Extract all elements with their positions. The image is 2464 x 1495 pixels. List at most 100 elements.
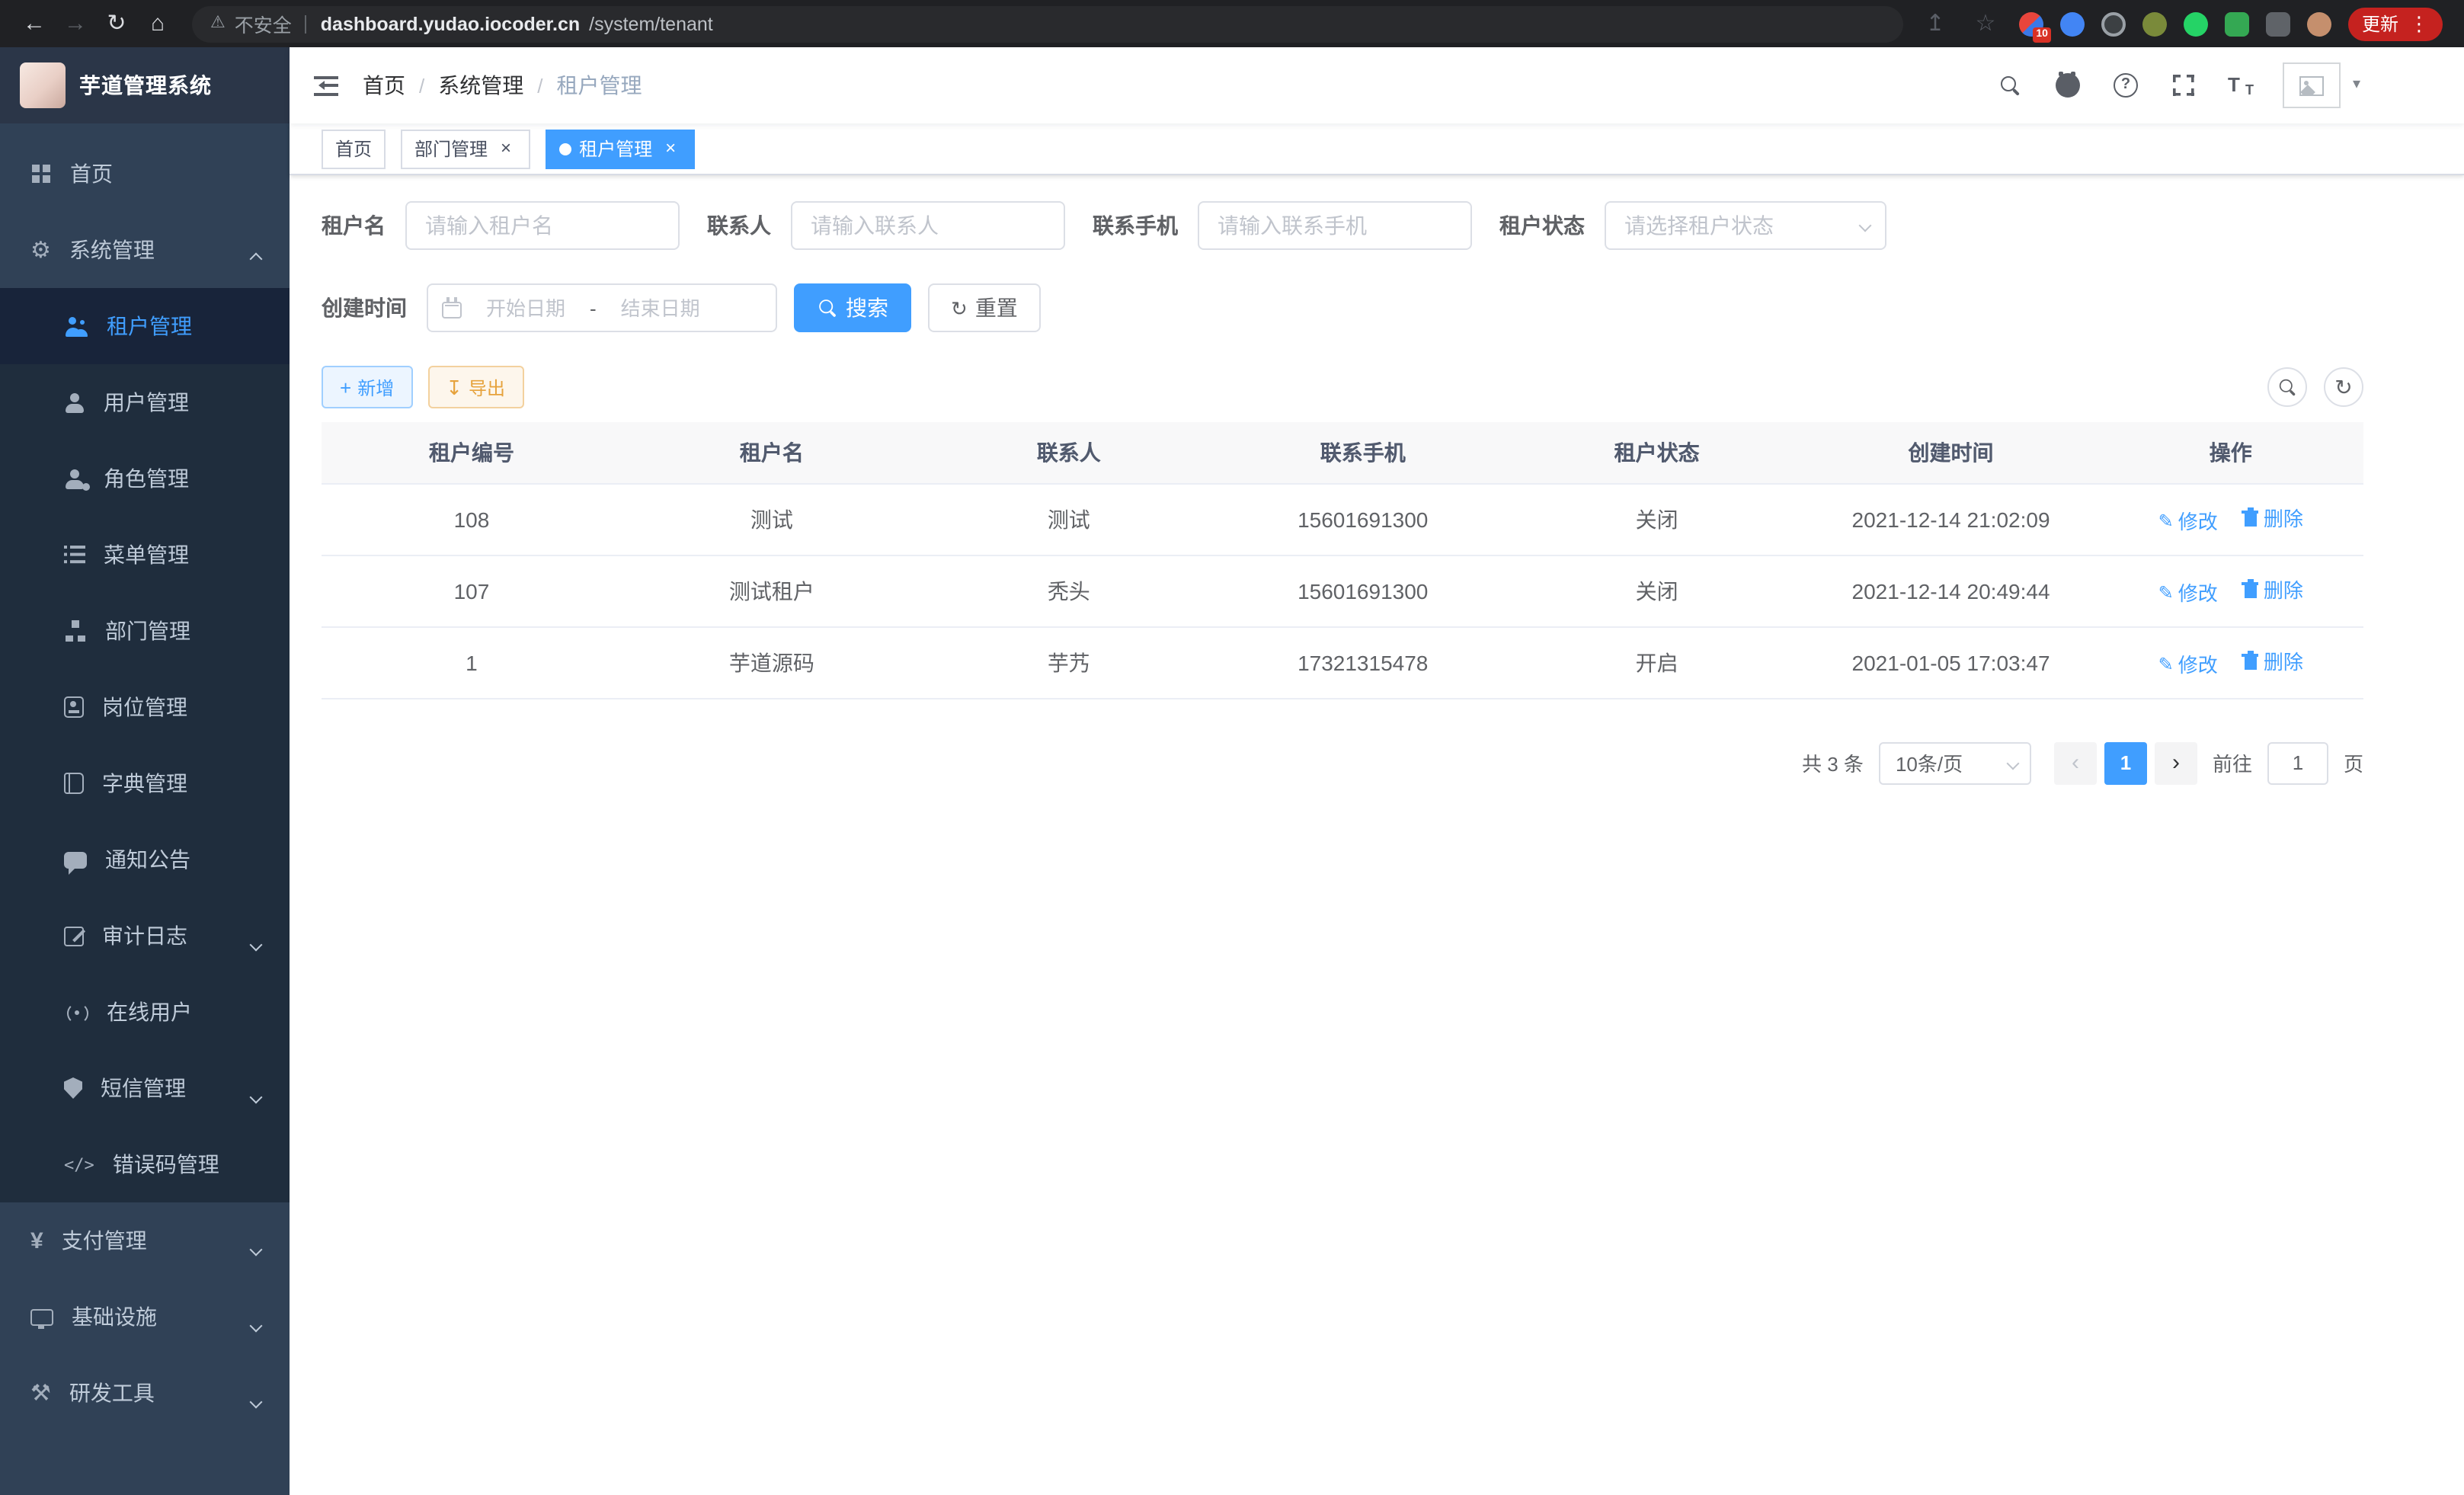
breadcrumb-item-system[interactable]: 系统管理 bbox=[438, 70, 523, 101]
header-search-button[interactable] bbox=[1993, 69, 2027, 102]
cell-actions: ✎修改删除 bbox=[2098, 555, 2364, 626]
cell-created: 2021-12-14 20:49:44 bbox=[1804, 555, 2098, 626]
fullscreen-button[interactable] bbox=[2167, 69, 2200, 102]
cell-phone: 17321315478 bbox=[1216, 626, 1510, 698]
add-button[interactable]: + 新增 bbox=[322, 366, 412, 408]
sidebar-item-notice[interactable]: 通知公告 bbox=[0, 821, 290, 898]
hamburger-icon bbox=[314, 75, 338, 95]
status-select-placeholder: 请选择租户状态 bbox=[1624, 210, 1861, 241]
end-date-input[interactable] bbox=[604, 296, 717, 319]
delete-link[interactable]: 删除 bbox=[2242, 646, 2303, 675]
start-date-input[interactable] bbox=[469, 296, 582, 319]
sidebar-item-dept-management[interactable]: 部门管理 bbox=[0, 593, 290, 669]
sidebar-item-sms-management[interactable]: 短信管理 bbox=[0, 1050, 290, 1126]
toggle-search-button[interactable] bbox=[2267, 367, 2307, 407]
next-page-button[interactable]: › bbox=[2155, 741, 2197, 784]
sidebar-item-infrastructure[interactable]: 基础设施 bbox=[0, 1279, 290, 1355]
reload-icon: ↻ bbox=[107, 12, 126, 35]
chevron-down-icon bbox=[1859, 219, 1872, 232]
fold-sidebar-button[interactable] bbox=[290, 47, 363, 123]
extension-button-6[interactable] bbox=[2225, 11, 2249, 36]
sidebar-item-audit-log[interactable]: 审计日志 bbox=[0, 898, 290, 974]
browser-update-button[interactable]: 更新 ⋮ bbox=[2348, 7, 2443, 40]
export-button[interactable]: ↧ 导出 bbox=[427, 366, 523, 408]
search-button[interactable]: 搜索 bbox=[794, 283, 911, 332]
edit-link[interactable]: ✎修改 bbox=[2158, 578, 2218, 607]
extensions-puzzle-button[interactable] bbox=[2266, 11, 2290, 36]
page-size-select[interactable]: 10条/页 bbox=[1879, 741, 2031, 784]
cell-tenant-id: 1 bbox=[322, 626, 622, 698]
close-tab-icon[interactable]: × bbox=[660, 138, 681, 159]
sidebar-item-post-management[interactable]: 岗位管理 bbox=[0, 669, 290, 745]
bookmark-star-icon[interactable]: ☆ bbox=[1969, 7, 2002, 40]
sidebar-item-home[interactable]: 首页 bbox=[0, 136, 290, 212]
edit-link[interactable]: ✎修改 bbox=[2158, 506, 2218, 535]
online-signal-icon bbox=[64, 1002, 88, 1022]
breadcrumb-item-home[interactable]: 首页 bbox=[363, 70, 405, 101]
goto-page-input[interactable] bbox=[2267, 741, 2328, 784]
refresh-table-button[interactable]: ↻ bbox=[2324, 367, 2363, 407]
font-size-icon bbox=[2228, 75, 2255, 96]
user-avatar-dropdown[interactable]: ▾ bbox=[2283, 62, 2360, 108]
extension-button-3[interactable] bbox=[2101, 11, 2126, 36]
prev-page-button[interactable]: ‹ bbox=[2054, 741, 2097, 784]
sidebar-item-dev-tools[interactable]: ⚒ 研发工具 bbox=[0, 1355, 290, 1431]
contact-input[interactable] bbox=[791, 201, 1065, 250]
status-label: 租户状态 bbox=[1499, 210, 1605, 241]
tab-home[interactable]: 首页 bbox=[322, 129, 386, 168]
docs-help-button[interactable] bbox=[2109, 69, 2142, 102]
sidebar-item-user-management[interactable]: 用户管理 bbox=[0, 364, 290, 440]
monitor-icon bbox=[30, 1308, 53, 1325]
cell-status: 关闭 bbox=[1510, 483, 1804, 555]
font-size-button[interactable] bbox=[2225, 69, 2258, 102]
browser-profile-avatar[interactable] bbox=[2307, 11, 2331, 36]
reset-button[interactable]: ↻ 重置 bbox=[928, 283, 1041, 332]
contact-field: 联系人 bbox=[707, 201, 1065, 250]
chevron-down-icon bbox=[2006, 757, 2019, 770]
sidebar-item-online-users[interactable]: 在线用户 bbox=[0, 974, 290, 1050]
total-count-label: 共 3 条 bbox=[1802, 748, 1864, 777]
date-range-picker[interactable]: - bbox=[427, 283, 777, 332]
tab-dept-management[interactable]: 部门管理 × bbox=[401, 129, 530, 168]
delete-link[interactable]: 删除 bbox=[2242, 503, 2303, 532]
sidebar-item-menu-management[interactable]: 菜单管理 bbox=[0, 517, 290, 593]
extension-button-1[interactable]: 10 bbox=[2019, 11, 2043, 36]
app-title: 芋道管理系统 bbox=[79, 70, 212, 101]
extension-button-4[interactable] bbox=[2142, 11, 2167, 36]
search-button-label: 搜索 bbox=[846, 293, 888, 323]
column-header-tenant-id: 租户编号 bbox=[322, 422, 622, 483]
app-logo[interactable]: 芋道管理系统 bbox=[0, 47, 290, 123]
share-icon[interactable]: ↥ bbox=[1918, 7, 1952, 40]
browser-forward-button[interactable]: → bbox=[56, 5, 94, 43]
trash-icon bbox=[2242, 651, 2259, 670]
page-number-button[interactable]: 1 bbox=[2104, 741, 2147, 784]
extension-button-2[interactable] bbox=[2060, 11, 2085, 36]
sidebar-item-tenant-management[interactable]: 租户管理 bbox=[0, 288, 290, 364]
sidebar-item-label: 系统管理 bbox=[69, 235, 155, 265]
chevron-down-icon bbox=[250, 1244, 263, 1257]
delete-link[interactable]: 删除 bbox=[2242, 575, 2303, 603]
tenant-name-input[interactable] bbox=[405, 201, 680, 250]
edit-link[interactable]: ✎修改 bbox=[2158, 649, 2218, 678]
close-tab-icon[interactable]: × bbox=[495, 138, 517, 159]
caret-down-icon: ▾ bbox=[2353, 78, 2360, 93]
site-warning-icon[interactable]: ⚠ bbox=[210, 15, 226, 32]
sidebar-item-payment-management[interactable]: ¥ 支付管理 bbox=[0, 1202, 290, 1279]
broken-image-icon bbox=[2299, 75, 2324, 95]
browser-home-button[interactable]: ⌂ bbox=[139, 5, 177, 43]
sidebar-item-system-management[interactable]: ⚙ 系统管理 bbox=[0, 212, 290, 288]
browser-menu-icon[interactable]: ⋮ bbox=[2409, 14, 2429, 34]
github-icon bbox=[2056, 73, 2080, 98]
sidebar-item-label: 通知公告 bbox=[105, 844, 190, 875]
sidebar-item-error-code-management[interactable]: </> 错误码管理 bbox=[0, 1126, 290, 1202]
github-button[interactable] bbox=[2051, 69, 2085, 102]
tab-tenant-management[interactable]: 租户管理 × bbox=[546, 129, 695, 168]
sidebar-item-dict-management[interactable]: 字典管理 bbox=[0, 745, 290, 821]
sidebar-item-role-management[interactable]: 角色管理 bbox=[0, 440, 290, 517]
address-bar[interactable]: ⚠ 不安全 dashboard.yudao.iocoder.cn/system/… bbox=[192, 5, 1903, 42]
extension-button-5[interactable] bbox=[2184, 11, 2208, 36]
status-select[interactable]: 请选择租户状态 bbox=[1605, 201, 1886, 250]
phone-input[interactable] bbox=[1198, 201, 1472, 250]
browser-reload-button[interactable]: ↻ bbox=[98, 5, 136, 43]
browser-back-button[interactable]: ← bbox=[15, 5, 53, 43]
